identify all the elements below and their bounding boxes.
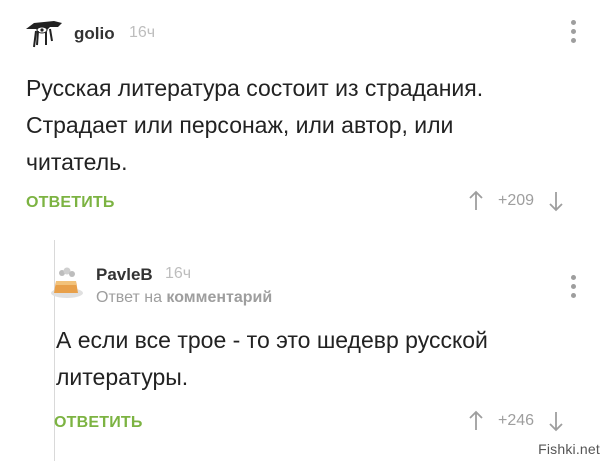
avatar-icon[interactable] xyxy=(24,17,64,51)
score: +209 xyxy=(498,192,535,209)
username[interactable]: PavleB xyxy=(96,265,153,285)
reply-info: Ответ на комментарий xyxy=(96,289,272,307)
timestamp: 16ч xyxy=(165,265,192,282)
comment-line: читатель. xyxy=(26,149,128,175)
comment-text: А если все трое - то это шедевр русской … xyxy=(56,322,556,396)
vote-controls: +246 xyxy=(468,410,564,432)
comment-pavleb: PavleB 16ч Ответ на комментарий А если в… xyxy=(51,240,604,461)
watermark: Fishki.net xyxy=(538,441,600,457)
vote-controls: +209 xyxy=(468,190,564,212)
arrow-down-icon[interactable] xyxy=(548,190,564,212)
comment-line: Страдает или персонаж, или автор, или xyxy=(26,112,454,138)
vertical-dots-icon[interactable] xyxy=(571,275,577,298)
comment-text: Русская литература состоит из страдания.… xyxy=(26,70,586,181)
arrow-down-icon[interactable] xyxy=(548,410,564,432)
comment-line: А если все трое - то это шедевр русской xyxy=(56,327,488,353)
comment-line: литературы. xyxy=(56,364,189,390)
comment-line: Русская литература состоит из страдания. xyxy=(26,75,484,101)
score: +246 xyxy=(498,412,535,429)
comment-golio: golio 16ч Русская литература состоит из … xyxy=(0,0,604,222)
reply-button[interactable]: ОТВЕТИТЬ xyxy=(54,414,143,432)
reply-prefix: Ответ на xyxy=(96,289,162,306)
avatar-icon[interactable] xyxy=(48,263,86,301)
reply-button[interactable]: ОТВЕТИТЬ xyxy=(26,194,115,212)
reply-target-link[interactable]: комментарий xyxy=(166,289,272,306)
arrow-up-icon[interactable] xyxy=(468,410,484,432)
username[interactable]: golio xyxy=(74,24,115,44)
arrow-up-icon[interactable] xyxy=(468,190,484,212)
timestamp: 16ч xyxy=(129,24,156,41)
vertical-dots-icon[interactable] xyxy=(571,20,577,43)
